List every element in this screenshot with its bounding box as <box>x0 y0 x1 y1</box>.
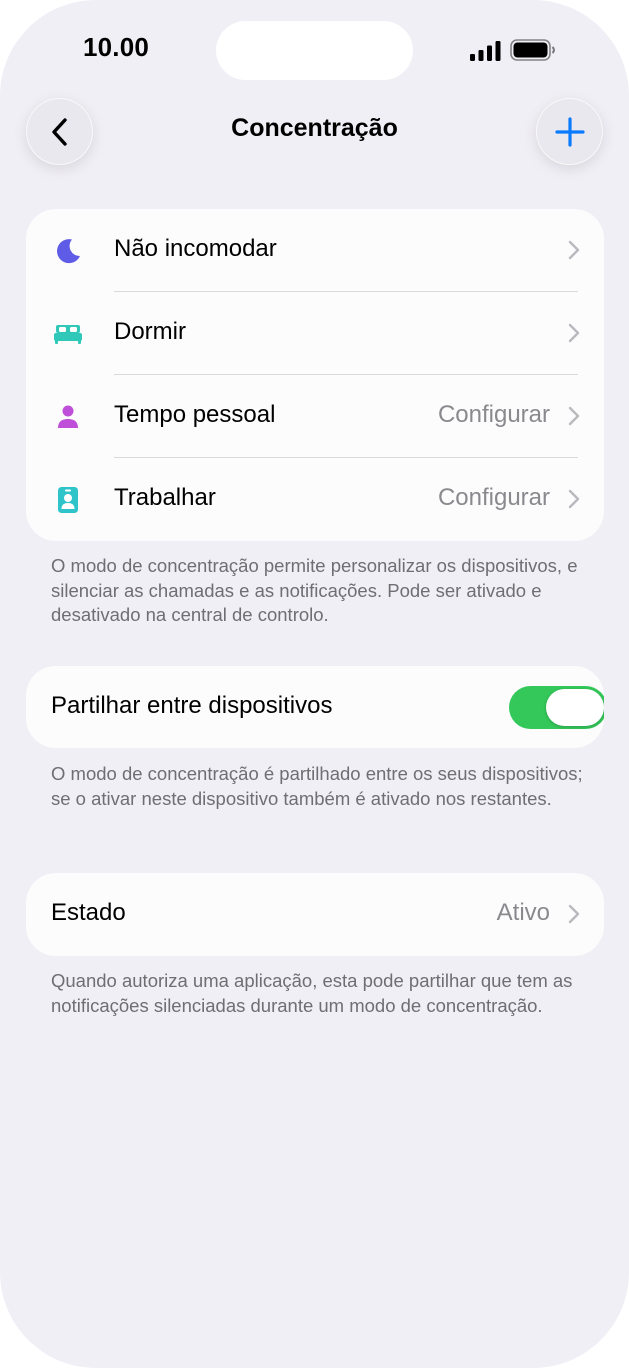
battery-icon <box>510 39 555 61</box>
chevron-right-icon <box>568 406 580 426</box>
person-icon <box>51 402 85 432</box>
focus-mode-row-sleep[interactable]: Dormir <box>26 292 604 375</box>
share-across-devices-row: Partilhar entre dispositivos <box>26 666 604 748</box>
chevron-right-icon <box>568 240 580 260</box>
id-badge-icon <box>51 485 85 515</box>
focus-status-label: Estado <box>51 899 126 926</box>
focus-mode-label: Trabalhar <box>114 484 216 511</box>
chevron-left-icon <box>51 117 67 146</box>
chevron-right-icon <box>568 489 580 509</box>
share-footnote: O modo de concentração é partilhado entr… <box>51 763 583 809</box>
focus-modes-footnote: O modo de concentração permite personali… <box>51 555 578 625</box>
focus-modes-list: Não incomodar Dormir Tempo pessoal Confi… <box>26 209 604 541</box>
chevron-right-icon <box>568 323 580 343</box>
chevron-right-icon <box>568 904 580 924</box>
focus-mode-label: Tempo pessoal <box>114 401 276 428</box>
share-across-devices-toggle[interactable] <box>509 686 604 729</box>
page-title: Concentração <box>231 114 398 142</box>
focus-status-footnote: Quando autoriza uma aplicação, esta pode… <box>51 970 573 1016</box>
status-time: 10.00 <box>82 32 150 62</box>
focus-status-value: Ativo <box>496 899 550 926</box>
focus-mode-label: Não incomodar <box>114 235 277 262</box>
focus-mode-row-work[interactable]: Trabalhar Configurar <box>26 458 604 541</box>
share-across-devices-group: Partilhar entre dispositivos <box>26 666 604 748</box>
moon-icon <box>51 236 85 266</box>
add-focus-button[interactable] <box>536 98 603 165</box>
focus-mode-value: Configurar <box>437 401 550 428</box>
focus-mode-value: Configurar <box>437 484 550 511</box>
bed-icon <box>51 319 85 349</box>
phone-screen: 10.00 Concentração Não incomodar Dormir … <box>0 0 629 1368</box>
focus-status-group: Estado Ativo <box>26 873 604 956</box>
back-button[interactable] <box>26 98 93 165</box>
signal-icon <box>470 41 501 61</box>
focus-mode-row-personal-time[interactable]: Tempo pessoal Configurar <box>26 375 604 458</box>
focus-mode-row-do-not-disturb[interactable]: Não incomodar <box>26 209 604 292</box>
dynamic-island <box>216 21 413 80</box>
plus-icon <box>554 116 585 147</box>
share-across-devices-label: Partilhar entre dispositivos <box>51 692 333 719</box>
toggle-knob <box>546 689 604 726</box>
focus-status-row[interactable]: Estado Ativo <box>26 873 604 956</box>
focus-mode-label: Dormir <box>114 318 186 345</box>
